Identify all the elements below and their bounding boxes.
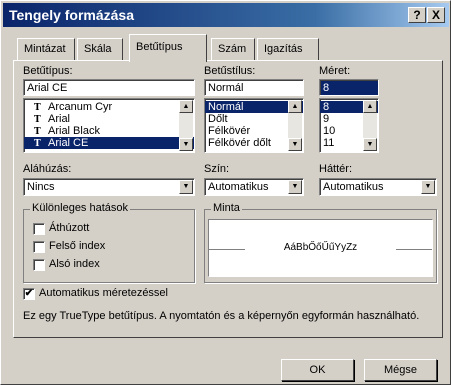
font-input[interactable]: Arial CE	[23, 79, 195, 96]
style-label: Betűstílus:	[204, 65, 256, 77]
tab-label: Szám	[218, 43, 247, 55]
tab-pattern[interactable]: Mintázat	[17, 38, 75, 60]
preview-sample: AáBbŐőŰűYyZz	[283, 242, 358, 253]
underline-select[interactable]: Nincs ▼	[23, 178, 195, 196]
background-label: Háttér:	[319, 163, 353, 175]
font-item-label: Arial	[48, 113, 71, 125]
size-input[interactable]: 8	[319, 79, 379, 96]
format-axis-dialog: Tengely formázása ? X Mintázat Skála Bet…	[0, 0, 451, 385]
autoscale-checkbox[interactable]: ✔	[23, 288, 35, 300]
list-item[interactable]: T Arial Black	[24, 125, 194, 137]
underline-value: Nincs	[27, 181, 55, 193]
underline-label: Aláhúzás:	[23, 163, 72, 175]
color-label: Szín:	[204, 163, 230, 175]
size-list[interactable]: 8 9 10 11 ▲ ▼	[319, 98, 379, 153]
preview-box: AáBbŐőŰűYyZz	[208, 219, 433, 277]
chevron-down-icon[interactable]: ▼	[421, 180, 435, 194]
tab-label: Mintázat	[24, 43, 66, 55]
scroll-up-icon[interactable]: ▲	[363, 100, 377, 113]
chevron-down-icon[interactable]: ▼	[179, 180, 193, 194]
background-select[interactable]: Automatikus ▼	[319, 178, 437, 196]
subscript-checkbox[interactable]	[33, 259, 45, 271]
close-button[interactable]: X	[427, 7, 445, 23]
help-button[interactable]: ?	[408, 7, 426, 23]
style-input[interactable]: Normál	[204, 79, 304, 96]
window-title: Tengely formázása	[9, 7, 135, 23]
scroll-up-icon[interactable]: ▲	[179, 100, 193, 113]
background-value: Automatikus	[323, 181, 384, 193]
font-item-label: Arial CE	[48, 137, 89, 149]
size-label: Méret:	[319, 65, 351, 77]
chevron-down-icon[interactable]: ▼	[288, 180, 302, 194]
help-icon: ?	[413, 8, 421, 22]
ok-button[interactable]: OK	[281, 359, 354, 381]
title-bar: Tengely formázása ? X	[3, 3, 449, 27]
font-label: Betűtípus:	[23, 65, 73, 77]
cancel-button[interactable]: Mégse	[364, 359, 437, 381]
style-scrollbar[interactable]: ▲ ▼	[288, 100, 302, 151]
font-item-label: Arial Black	[48, 125, 100, 137]
strikethrough-checkbox[interactable]	[33, 223, 45, 235]
truetype-icon: T	[34, 139, 41, 149]
list-item[interactable]: T Arial	[24, 113, 194, 125]
list-item-selected[interactable]: T Arial CE	[24, 137, 194, 149]
preview-group-label: Minta	[211, 202, 242, 214]
font-list[interactable]: T Arcanum Cyr T Arial T Arial Black T Arial …	[23, 98, 195, 153]
tab-label: Betűtípus	[136, 41, 183, 53]
tab-alignment[interactable]: Igazítás	[257, 38, 319, 60]
scroll-up-icon[interactable]: ▲	[288, 100, 302, 113]
scroll-down-icon[interactable]: ▼	[288, 138, 302, 151]
checkmark-icon: ✔	[24, 288, 34, 299]
font-info-text: Ez egy TrueType betűtípus. A nyomtatón é…	[23, 310, 420, 322]
scroll-down-icon[interactable]: ▼	[363, 138, 377, 151]
tab-font[interactable]: Betűtípus	[129, 34, 207, 62]
font-item-label: Arcanum Cyr	[48, 101, 113, 113]
scroll-down-icon[interactable]: ▼	[179, 138, 193, 151]
superscript-checkbox[interactable]	[33, 241, 45, 253]
list-item[interactable]: T Arcanum Cyr	[24, 101, 194, 113]
superscript-label: Felső index	[49, 240, 106, 252]
style-list[interactable]: Normál Dőlt Félkövér Félkövér dőlt ▲ ▼	[204, 98, 304, 153]
color-select[interactable]: Automatikus ▼	[204, 178, 304, 196]
size-scrollbar[interactable]: ▲ ▼	[363, 100, 377, 151]
color-value: Automatikus	[208, 181, 269, 193]
tab-number[interactable]: Szám	[211, 38, 255, 60]
autoscale-label: Automatikus méretezéssel	[39, 287, 168, 299]
font-scrollbar[interactable]: ▲ ▼	[179, 100, 193, 151]
close-icon: X	[431, 8, 440, 22]
tab-label: Igazítás	[264, 43, 303, 55]
tab-label: Skála	[84, 43, 112, 55]
subscript-label: Alsó index	[49, 258, 100, 270]
tab-scale[interactable]: Skála	[77, 38, 123, 60]
strikethrough-label: Áthúzott	[49, 222, 90, 234]
effects-group-label: Különleges hatások	[30, 202, 131, 214]
